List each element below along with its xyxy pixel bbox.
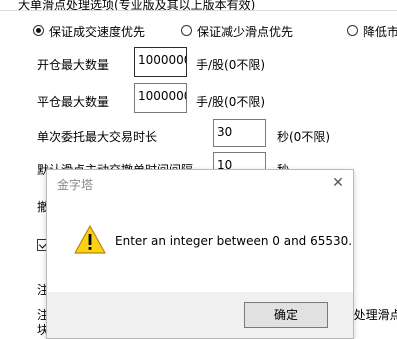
order-max-time-input[interactable]: 30 xyxy=(213,119,266,147)
radio-reduce-slippage-label: 保证减少滑点优先 xyxy=(197,25,294,39)
order-max-time-unit: 秒(0不限) xyxy=(277,130,330,144)
close-icon[interactable]: ✕ xyxy=(327,172,349,194)
close-max-qty-input[interactable]: 1000000 xyxy=(134,83,187,113)
radio-reduce-slippage[interactable] xyxy=(181,25,192,36)
close-max-qty-label: 平仓最大数量 xyxy=(37,95,110,109)
dialog-message: Enter an integer between 0 and 65530. xyxy=(115,234,353,248)
radio-lower-market[interactable] xyxy=(347,25,358,36)
order-max-time-label: 单次委托最大交易时长 xyxy=(37,130,158,144)
open-max-qty-unit: 手/股(0不限) xyxy=(196,58,266,72)
radio-lower-market-label: 降低市 xyxy=(363,25,397,39)
dialog-title: 金字塔 xyxy=(57,178,94,192)
ok-button[interactable]: 确定 xyxy=(244,302,328,328)
radio-speed-priority[interactable] xyxy=(33,25,44,36)
open-max-qty-input[interactable]: 1000000 xyxy=(134,47,187,77)
open-max-qty-label: 开仓最大数量 xyxy=(37,58,110,72)
dialog-footer: 确定 xyxy=(47,292,353,338)
radio-speed-priority-label: 保证成交速度优先 xyxy=(49,25,146,39)
alert-dialog: 金字塔 ✕ Enter an integer between 0 and 655… xyxy=(46,169,354,339)
group-title: 大单滑点处理选项(专业版及其以上版本有效) xyxy=(18,0,256,12)
group-divider xyxy=(0,10,397,11)
warning-icon xyxy=(74,225,106,254)
close-max-qty-unit: 手/股(0不限) xyxy=(196,95,266,109)
